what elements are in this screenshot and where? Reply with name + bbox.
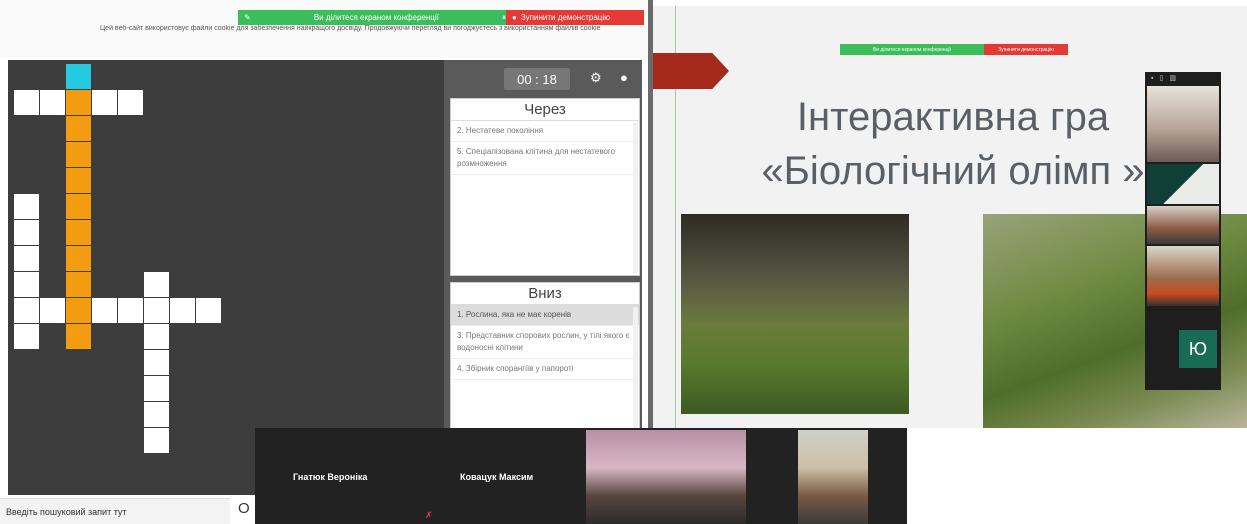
mic-muted-icon: ✗: [425, 510, 433, 520]
crossword-cell[interactable]: [14, 272, 39, 297]
participant-video[interactable]: [586, 430, 746, 524]
crossword-cell[interactable]: [92, 298, 117, 323]
crossword-cell-highlight[interactable]: [66, 142, 91, 167]
crossword-cell[interactable]: [144, 402, 169, 427]
stop-sharing-button[interactable]: ● Зупинити демонстрацію: [506, 10, 644, 25]
participant-column: ▪ ▯ ▥ Ю: [1145, 72, 1221, 390]
crossword-cell[interactable]: [144, 350, 169, 375]
participant-video[interactable]: [1147, 164, 1219, 204]
sharing-label: Ви ділитеся екраном конференції: [313, 13, 439, 22]
participant-video[interactable]: [1147, 206, 1219, 244]
crossword-cell-highlight[interactable]: [66, 246, 91, 271]
crossword-cell[interactable]: [118, 298, 143, 323]
clue-item[interactable]: 2. Нестатеве покоління: [451, 121, 639, 142]
crossword-cell[interactable]: [92, 90, 117, 115]
crossword-cell[interactable]: [170, 298, 195, 323]
slide-title-line1: Інтерактивна гра: [796, 95, 1110, 139]
fullscreen-icon[interactable]: ●: [620, 70, 628, 85]
crossword-cell-highlight[interactable]: [66, 194, 91, 219]
crossword-cell[interactable]: [14, 324, 39, 349]
crossword-cell[interactable]: [14, 246, 39, 271]
cortana-circle-icon[interactable]: O: [238, 500, 250, 517]
crossword-cell[interactable]: [144, 376, 169, 401]
participant-avatar[interactable]: Ю: [1179, 330, 1217, 368]
layout-icon[interactable]: ▯: [1159, 74, 1163, 82]
crossword-cell[interactable]: [144, 324, 169, 349]
crossword-cell-highlight[interactable]: [66, 324, 91, 349]
slide-sharing-label: Ви ділитеся екраном конференції: [840, 44, 984, 55]
crossword-cell[interactable]: [14, 298, 39, 323]
crossword-cell[interactable]: [144, 298, 169, 323]
slide-title-line2: «Біологічний олімп »: [761, 149, 1145, 193]
crossword-cell[interactable]: [14, 90, 39, 115]
participant-strip: Гнатюк Вероніка Ковацук Максим ✗: [255, 428, 907, 524]
slide-decor-arrow: [653, 53, 729, 89]
crossword-cell[interactable]: [14, 220, 39, 245]
stop-icon: ●: [512, 13, 517, 22]
across-title: Через: [451, 99, 639, 121]
clue-panel: 00 : 18 ⚙ ● Через 2. Нестатеве покоління…: [444, 60, 642, 488]
crossword-cell[interactable]: [144, 428, 169, 453]
sidebar-icon[interactable]: ▥: [1169, 74, 1176, 82]
crossword-cell-highlight[interactable]: [66, 272, 91, 297]
slide-stop-label: Зупинити демонстрацію: [984, 44, 1068, 55]
clue-item-selected[interactable]: 1. Рослина, яка не має коренів: [451, 305, 639, 326]
share-screen-icon: ✎: [244, 13, 251, 22]
crossword-cell-highlight[interactable]: [66, 298, 91, 323]
scrollbar[interactable]: [633, 123, 638, 273]
sharing-indicator: ✎ Ви ділитеся екраном конференції ⏸: [238, 10, 506, 25]
crossword-cell-highlight[interactable]: [66, 90, 91, 115]
clue-item[interactable]: 5. Спеціалізована клітина для нестатевог…: [451, 142, 639, 175]
crossword-cell[interactable]: [196, 298, 221, 323]
stop-sharing-label: Зупинити демонстрацію: [520, 13, 611, 22]
timer: 00 : 18: [504, 68, 570, 90]
settings-gear-icon[interactable]: ⚙: [590, 70, 602, 86]
crossword-cell-highlight[interactable]: [66, 116, 91, 141]
crossword-cell-selected[interactable]: [66, 64, 91, 89]
participant-video[interactable]: [1147, 86, 1219, 162]
browser-top-area: ✎ Ви ділитеся екраном конференції ⏸ ● Зу…: [0, 0, 650, 58]
moss-photo-left: [681, 214, 909, 414]
cookie-notice: Цей веб-сайт використовує файли cookie д…: [100, 25, 601, 32]
grid-icon[interactable]: ▪: [1151, 75, 1153, 82]
clue-item[interactable]: 3. Представник спорових рослин, у тілі я…: [451, 326, 639, 359]
crossword-cell[interactable]: [40, 90, 65, 115]
participant-name[interactable]: Ковацук Максим: [460, 472, 533, 482]
participant-toolbar: ▪ ▯ ▥: [1145, 72, 1221, 84]
crossword-cell[interactable]: [144, 272, 169, 297]
crossword-cell-highlight[interactable]: [66, 168, 91, 193]
crossword-cell[interactable]: [40, 298, 65, 323]
across-clues: Через 2. Нестатеве покоління 5. Спеціалі…: [450, 98, 640, 276]
screen-share-bar: ✎ Ви ділитеся екраном конференції ⏸ ● Зу…: [238, 10, 644, 25]
taskbar-search-input[interactable]: Введіть пошуковий запит тут: [0, 498, 230, 524]
clue-item[interactable]: 4. Збірник спорангіїв у папороті: [451, 359, 639, 380]
participant-video[interactable]: [798, 430, 868, 524]
screen: ✎ Ви ділитеся екраном конференції ⏸ ● Зу…: [0, 0, 1247, 524]
crossword-cell-highlight[interactable]: [66, 220, 91, 245]
crossword-cell[interactable]: [118, 90, 143, 115]
participant-name[interactable]: Гнатюк Вероніка: [293, 472, 367, 482]
participant-video[interactable]: [1147, 246, 1219, 306]
crossword-cell[interactable]: [14, 194, 39, 219]
slide-title: Інтерактивна гра «Біологічний олімп »: [753, 90, 1153, 198]
slide-share-bar: Ви ділитеся екраном конференції Зупинити…: [840, 44, 1068, 55]
down-title: Вниз: [451, 283, 639, 305]
